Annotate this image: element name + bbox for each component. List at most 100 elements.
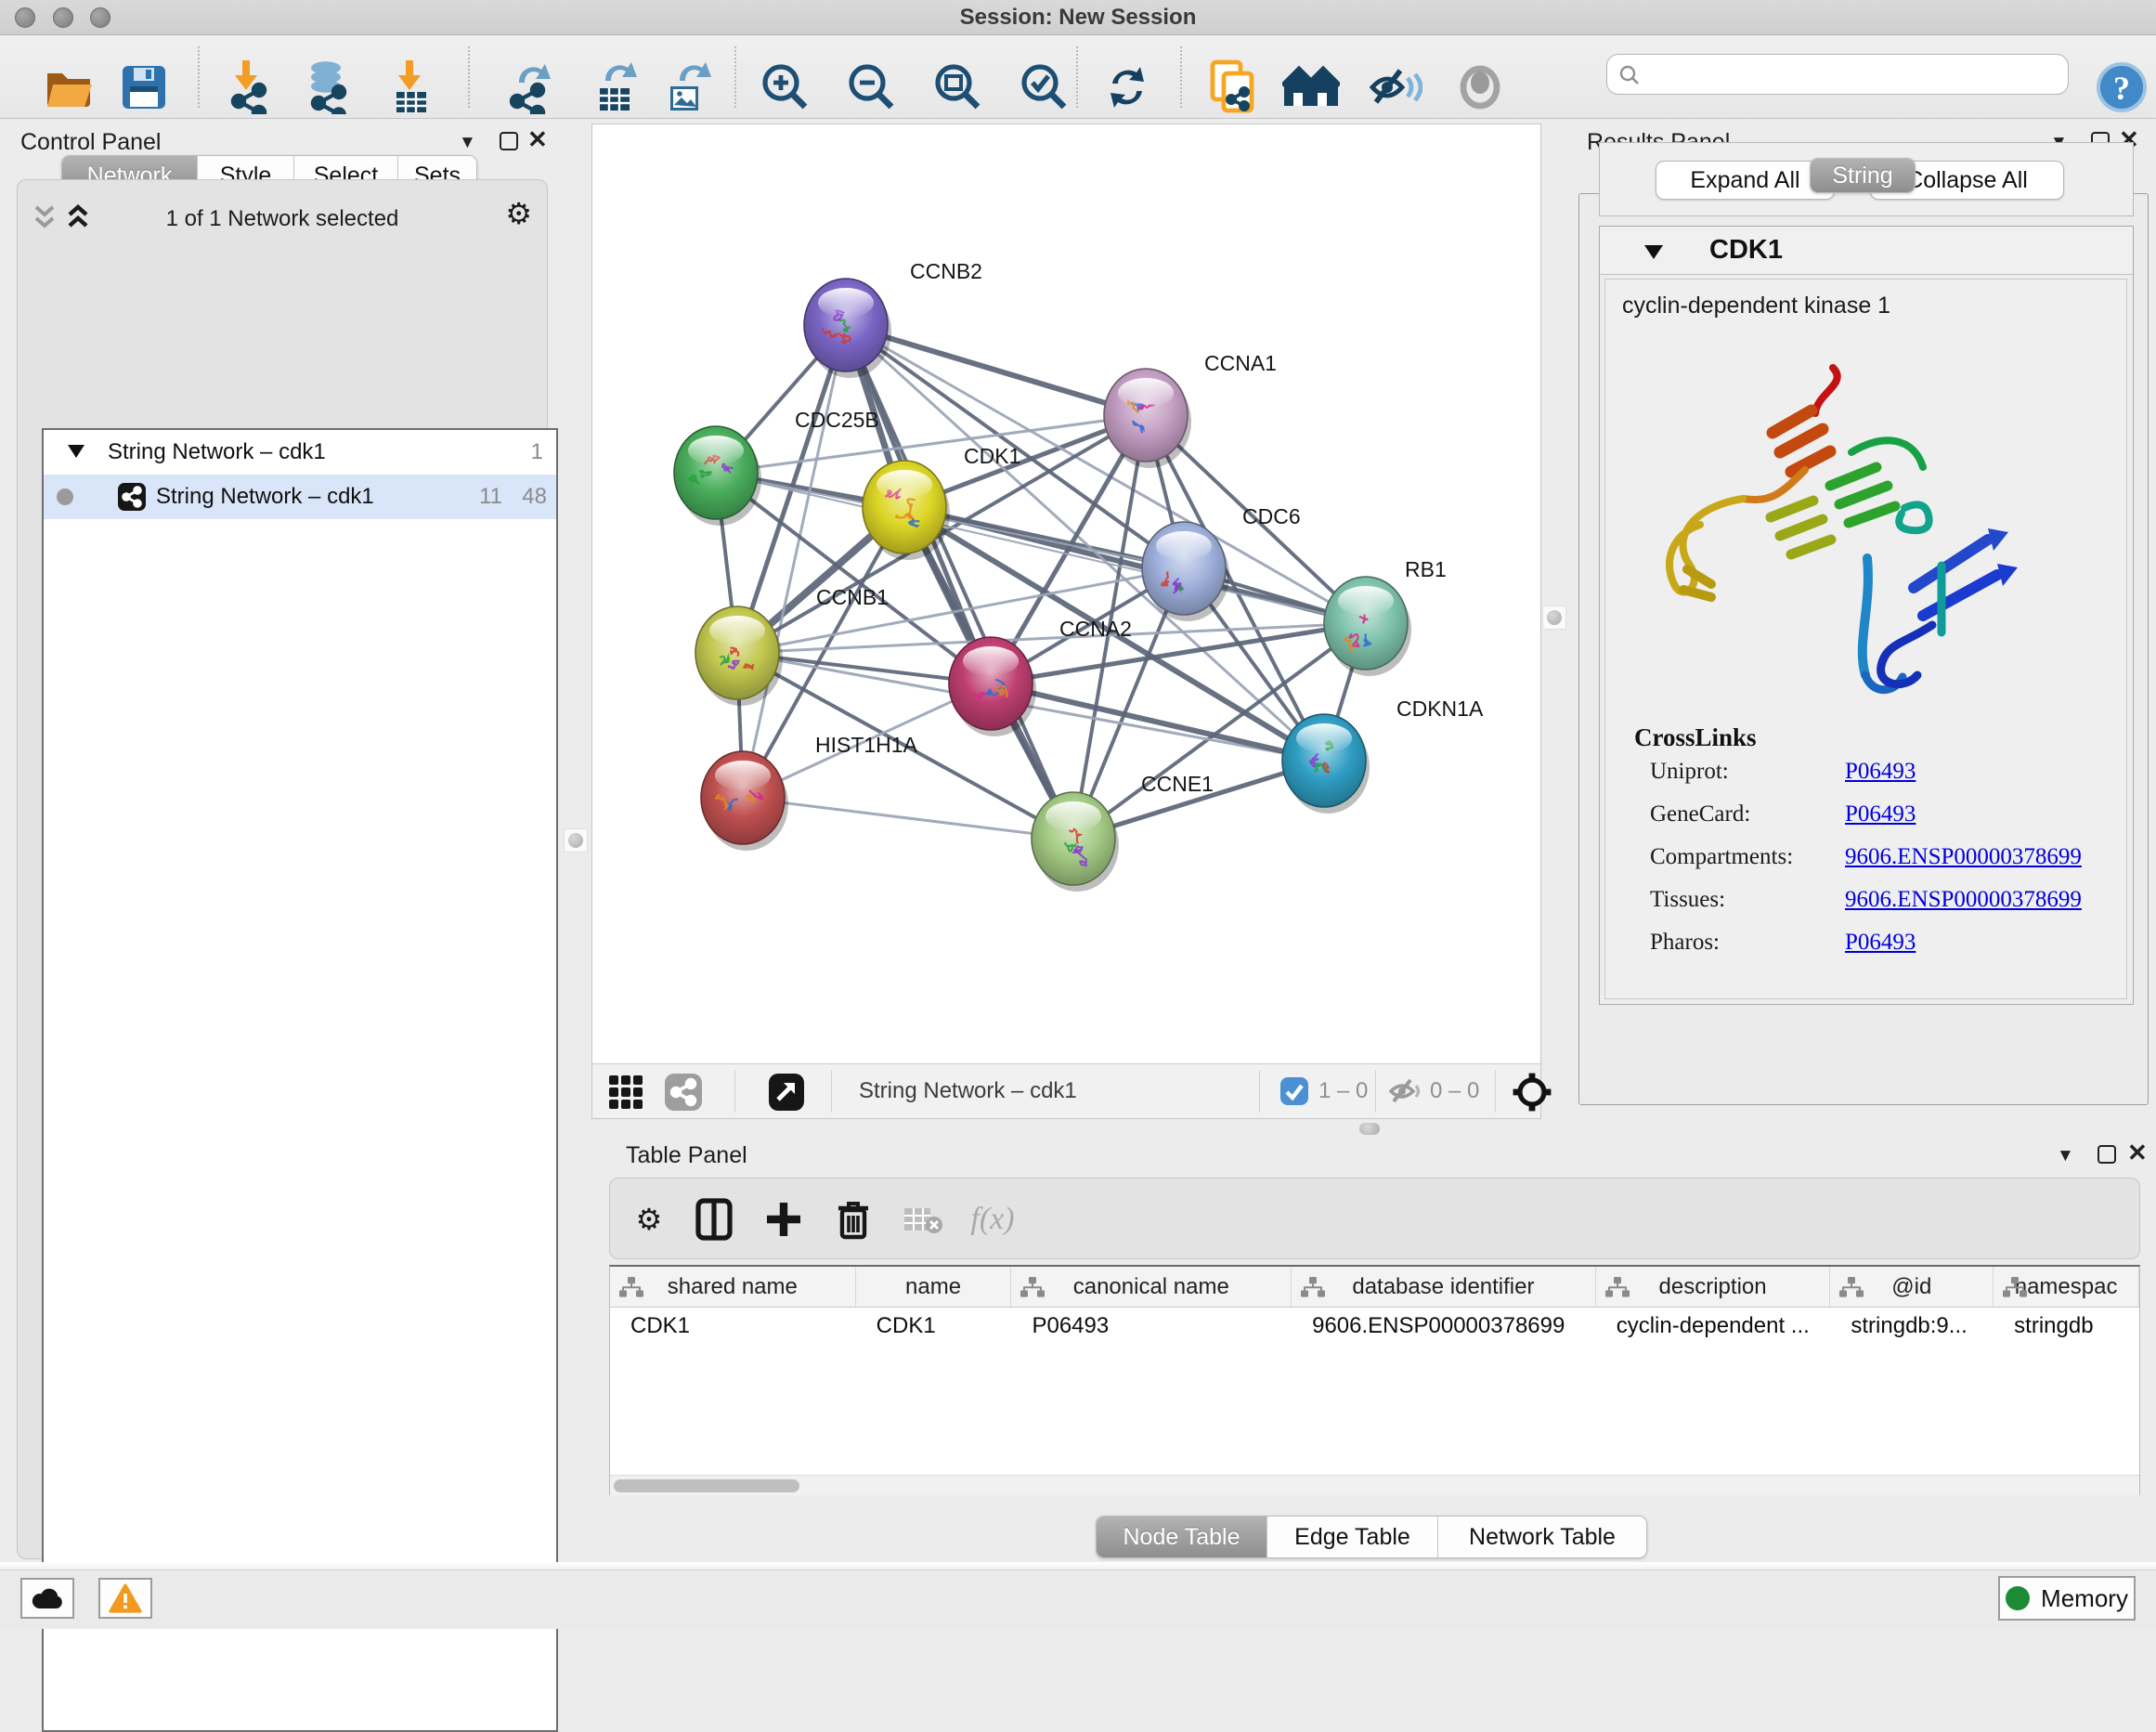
network-node-CCNE1[interactable] <box>1032 792 1119 892</box>
refresh-icon[interactable] <box>1103 63 1151 111</box>
crosslink-value-link[interactable]: 9606.ENSP00000378699 <box>1845 887 2082 913</box>
network-node-CDC25B[interactable] <box>674 426 761 526</box>
panel-float-icon[interactable] <box>500 132 518 150</box>
import-network-database-icon[interactable] <box>302 60 354 114</box>
network-node-CCNA1[interactable] <box>1104 369 1191 468</box>
grid-view-icon[interactable] <box>607 1074 644 1111</box>
tree-expander-icon[interactable] <box>68 445 84 458</box>
crosslink-value-link[interactable]: 9606.ENSP00000378699 <box>1845 844 2082 870</box>
column-header-name[interactable]: name <box>856 1267 1012 1307</box>
network-node-CCNA2[interactable] <box>949 637 1036 736</box>
network-row-selected[interactable]: String Network – cdk1 11 48 <box>44 475 556 519</box>
clone-network-icon[interactable] <box>1207 59 1259 116</box>
column-header-description[interactable]: description <box>1596 1267 1831 1307</box>
network-edge[interactable] <box>743 798 1073 839</box>
network-badge-gray-icon[interactable] <box>665 1074 702 1111</box>
zoom-selected-icon[interactable] <box>1020 62 1070 112</box>
panel-menu-icon[interactable]: ▼ <box>2057 1144 2074 1168</box>
table-row[interactable]: CDK1CDK1P064939606.ENSP00000378699cyclin… <box>610 1308 2139 1345</box>
node-label-CDKN1A: CDKN1A <box>1396 697 1484 721</box>
panel-menu-icon[interactable]: ▼ <box>459 131 476 155</box>
table-horizontal-scrollbar[interactable] <box>610 1475 2139 1495</box>
window-title: Session: New Session <box>0 0 2156 35</box>
search-input[interactable] <box>1648 57 2057 92</box>
section-collapse-icon[interactable] <box>1644 245 1663 259</box>
import-network-file-icon[interactable] <box>224 60 274 114</box>
tab-network-table[interactable]: Network Table <box>1438 1517 1646 1557</box>
node-label-CCNE1: CCNE1 <box>1141 772 1214 796</box>
birdseye-toggle-icon[interactable] <box>1456 64 1504 111</box>
scrollbar-thumb[interactable] <box>614 1479 799 1492</box>
tab-string[interactable]: String <box>1811 159 1915 192</box>
network-node-CCNB2[interactable] <box>804 279 891 378</box>
network-canvas[interactable]: CCNB2CCNA1CDC25BCDK1CDC6RB1CCNB1CCNA2CDK… <box>592 124 1540 1063</box>
home-networks-icon[interactable] <box>1282 65 1340 110</box>
delete-column-trash-icon[interactable] <box>836 1199 871 1240</box>
table-cell[interactable]: cyclin-dependent ... <box>1596 1308 1831 1345</box>
column-header-shared-name[interactable]: shared name <box>610 1267 856 1307</box>
save-session-icon[interactable] <box>121 64 167 111</box>
export-image-icon[interactable] <box>663 60 713 114</box>
cdk1-section-header[interactable]: CDK1 <box>1600 227 2133 275</box>
network-edge[interactable] <box>716 473 1184 568</box>
toolbar-separator <box>468 46 470 108</box>
export-network-icon[interactable] <box>504 60 554 114</box>
toolbar-separator <box>734 1070 735 1113</box>
detach-view-icon[interactable] <box>769 1074 804 1111</box>
import-table-icon[interactable] <box>385 60 435 114</box>
search-field[interactable] <box>1606 54 2069 95</box>
network-status-dot <box>57 488 73 505</box>
network-options-gear-icon[interactable]: ⚙ <box>505 199 532 228</box>
crosslink-value-link[interactable]: P06493 <box>1845 801 1916 827</box>
zoom-out-icon[interactable] <box>847 62 897 112</box>
toolbar-separator <box>831 1070 832 1113</box>
panel-close-icon[interactable]: ✕ <box>2127 1140 2148 1165</box>
tab-node-table[interactable]: Node Table <box>1097 1517 1267 1557</box>
crosslink-value-link[interactable]: P06493 <box>1845 759 1916 785</box>
crosslink-row: Uniprot:P06493 <box>1605 759 2126 801</box>
column-header-namespac[interactable]: namespac <box>1994 1267 2139 1307</box>
open-session-icon[interactable] <box>44 66 94 109</box>
network-collection-row[interactable]: String Network – cdk1 1 <box>44 430 556 475</box>
fit-selected-crosshair-icon[interactable] <box>1512 1072 1552 1113</box>
crosslink-value-link[interactable]: P06493 <box>1845 930 1916 956</box>
table-cell[interactable]: 9606.ENSP00000378699 <box>1292 1308 1596 1345</box>
network-node-CDK1[interactable] <box>863 461 950 560</box>
create-column-icon[interactable] <box>765 1201 802 1238</box>
table-cell[interactable]: CDK1 <box>610 1308 856 1345</box>
zoom-fit-icon[interactable] <box>933 62 983 112</box>
column-header--id[interactable]: @id <box>1830 1267 1994 1307</box>
column-header-label: description <box>1659 1274 1767 1300</box>
network-edge[interactable] <box>846 325 1073 839</box>
network-node-CDKN1A[interactable] <box>1282 714 1370 814</box>
network-view-toolbar: String Network – cdk1 1 – 0 0 – 0 <box>592 1063 1540 1118</box>
column-header-database-identifier[interactable]: database identifier <box>1292 1267 1596 1307</box>
export-table-icon[interactable] <box>591 60 641 114</box>
table-cell[interactable]: stringdb <box>1994 1308 2139 1345</box>
column-header-canonical-name[interactable]: canonical name <box>1011 1267 1292 1307</box>
selected-checkbox-icon[interactable] <box>1280 1077 1308 1105</box>
right-splitter-handle[interactable] <box>1542 606 1566 630</box>
warning-status-button[interactable] <box>98 1578 152 1619</box>
table-options-gear-icon[interactable]: ⚙ <box>636 1205 663 1234</box>
tab-edge-table[interactable]: Edge Table <box>1267 1517 1438 1557</box>
cloud-status-button[interactable] <box>20 1578 74 1619</box>
network-node-HIST1H1A[interactable] <box>701 751 788 851</box>
memory-button[interactable]: Memory <box>1998 1576 2136 1621</box>
table-cell[interactable]: CDK1 <box>856 1308 1012 1345</box>
expand-all-button[interactable]: Expand All <box>1656 161 1835 200</box>
network-edge[interactable] <box>716 415 1146 473</box>
toolbar-separator <box>1375 1070 1376 1113</box>
zoom-in-icon[interactable] <box>760 62 811 112</box>
show-columns-icon[interactable] <box>695 1198 733 1241</box>
panel-close-icon[interactable]: ✕ <box>527 127 548 151</box>
help-icon[interactable]: ? <box>2096 61 2148 113</box>
table-cell[interactable]: P06493 <box>1011 1308 1292 1345</box>
panel-float-icon[interactable] <box>2098 1145 2116 1164</box>
table-cell[interactable]: stringdb:9... <box>1830 1308 1994 1345</box>
hide-glass-pane-icon[interactable] <box>1369 65 1422 110</box>
left-splitter-handle[interactable] <box>564 828 588 853</box>
bottom-splitter-handle[interactable] <box>1359 1123 1380 1135</box>
network-node-RB1[interactable] <box>1324 577 1411 676</box>
protein-description: cyclin-dependent kinase 1 <box>1622 293 1890 319</box>
